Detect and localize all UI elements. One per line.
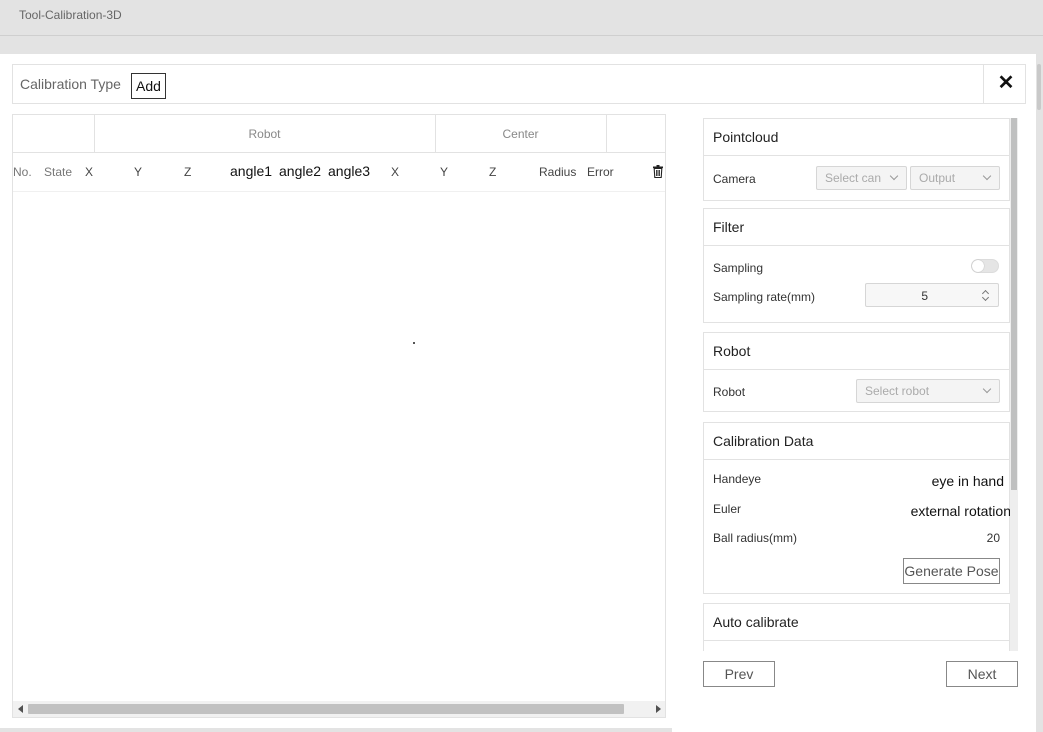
auto-calibrate-title: Auto calibrate — [704, 604, 1009, 641]
calibration-type-label: Calibration Type — [20, 76, 121, 92]
euler-value[interactable]: external rotation — [911, 503, 1011, 519]
next-button[interactable]: Next — [946, 661, 1018, 687]
robot-select-value: Select robot — [865, 384, 930, 398]
backdrop-bottom-strip — [0, 728, 672, 732]
group-divider — [606, 115, 607, 152]
column-header-center-z: Z — [489, 165, 497, 179]
column-header-angle3: angle3 — [328, 163, 371, 179]
camera-select-value: Select can — [825, 171, 882, 185]
title-bar: Tool-Calibration-3D — [0, 0, 1043, 36]
chevron-down-icon — [982, 171, 992, 181]
calibration-table: Robot Center No. State X Y Z angle1 angl… — [12, 114, 666, 718]
calibration-data-section: Calibration Data Handeye eye in hand Eul… — [703, 422, 1011, 594]
robot-title: Robot — [704, 333, 1009, 370]
handeye-label: Handeye — [713, 472, 762, 486]
column-header-center-x: X — [391, 165, 400, 179]
backdrop-strip — [0, 36, 1043, 54]
filter-title: Filter — [704, 209, 1009, 246]
chevron-down-icon — [889, 171, 899, 181]
column-header-angle1: angle1 — [230, 163, 273, 179]
panel-vertical-scrollbar[interactable] — [1010, 118, 1018, 651]
column-header-no: No. — [13, 165, 32, 179]
sampling-rate-label: Sampling rate(mm) — [713, 290, 816, 304]
camera-label: Camera — [713, 172, 756, 186]
column-header-state: State — [44, 165, 73, 179]
column-header-error: Error — [587, 165, 614, 179]
calibration-data-title: Calibration Data — [704, 423, 1009, 460]
sampling-rate-stepper[interactable]: 5 — [865, 283, 999, 307]
generate-pose-button[interactable]: Generate Pose — [903, 558, 1000, 584]
robot-select[interactable]: Select robot — [856, 379, 1000, 403]
column-header-robot-x: X — [85, 165, 94, 179]
calibration-header: Calibration Type Add ✕ — [12, 64, 1026, 104]
output-select-value: Output — [919, 171, 956, 185]
group-header-center: Center — [502, 126, 539, 141]
settings-panel: Pointcloud Camera Select can Output Filt… — [703, 118, 1018, 651]
panel-scrollbar-thumb[interactable] — [1011, 118, 1017, 490]
output-select[interactable]: Output — [910, 166, 1000, 190]
toggle-knob — [972, 260, 984, 272]
robot-label: Robot — [713, 385, 746, 399]
table-scrollbar-thumb[interactable] — [28, 704, 624, 714]
table-column-header: No. State X Y Z angle1 angle2 angle3 X Y… — [13, 153, 665, 192]
window-title: Tool-Calibration-3D — [19, 8, 122, 22]
table-group-header: Robot Center — [13, 115, 665, 153]
euler-label: Euler — [713, 502, 742, 516]
group-header-robot: Robot — [248, 126, 281, 141]
column-header-radius: Radius — [539, 165, 577, 179]
prev-button[interactable]: Prev — [703, 661, 775, 687]
ball-radius-label: Ball radius(mm) — [713, 531, 798, 545]
robot-section: Robot Robot Select robot — [703, 332, 1010, 412]
chevron-down-icon — [982, 384, 992, 394]
table-empty-dot — [413, 342, 415, 344]
page-scrollbar-thumb[interactable] — [1037, 64, 1041, 110]
column-header-angle2: angle2 — [279, 163, 322, 179]
delete-all-icon[interactable] — [653, 165, 663, 178]
sampling-rate-value: 5 — [921, 289, 928, 303]
scroll-right-icon[interactable] — [656, 705, 661, 713]
column-header-robot-y: Y — [134, 165, 143, 179]
sampling-label: Sampling — [713, 261, 764, 275]
pointcloud-title: Pointcloud — [704, 119, 1009, 156]
camera-select[interactable]: Select can — [816, 166, 907, 190]
sampling-toggle[interactable] — [971, 259, 999, 273]
column-header-center-y: Y — [440, 165, 449, 179]
close-area: ✕ — [983, 65, 1026, 103]
chevron-down-icon[interactable] — [981, 293, 990, 302]
filter-section: Filter Sampling Sampling rate(mm) 5 — [703, 208, 1010, 323]
column-header-robot-z: Z — [184, 165, 192, 179]
ball-radius-value[interactable]: 20 — [987, 531, 1000, 545]
handeye-value[interactable]: eye in hand — [932, 473, 1004, 489]
table-horizontal-scrollbar[interactable] — [13, 701, 665, 717]
scroll-left-icon[interactable] — [18, 705, 23, 713]
pointcloud-section: Pointcloud Camera Select can Output — [703, 118, 1010, 201]
close-icon[interactable]: ✕ — [996, 73, 1016, 93]
add-button[interactable]: Add — [131, 73, 166, 99]
auto-calibrate-section: Auto calibrate — [703, 603, 1010, 651]
page-scrollbar[interactable] — [1036, 54, 1043, 732]
